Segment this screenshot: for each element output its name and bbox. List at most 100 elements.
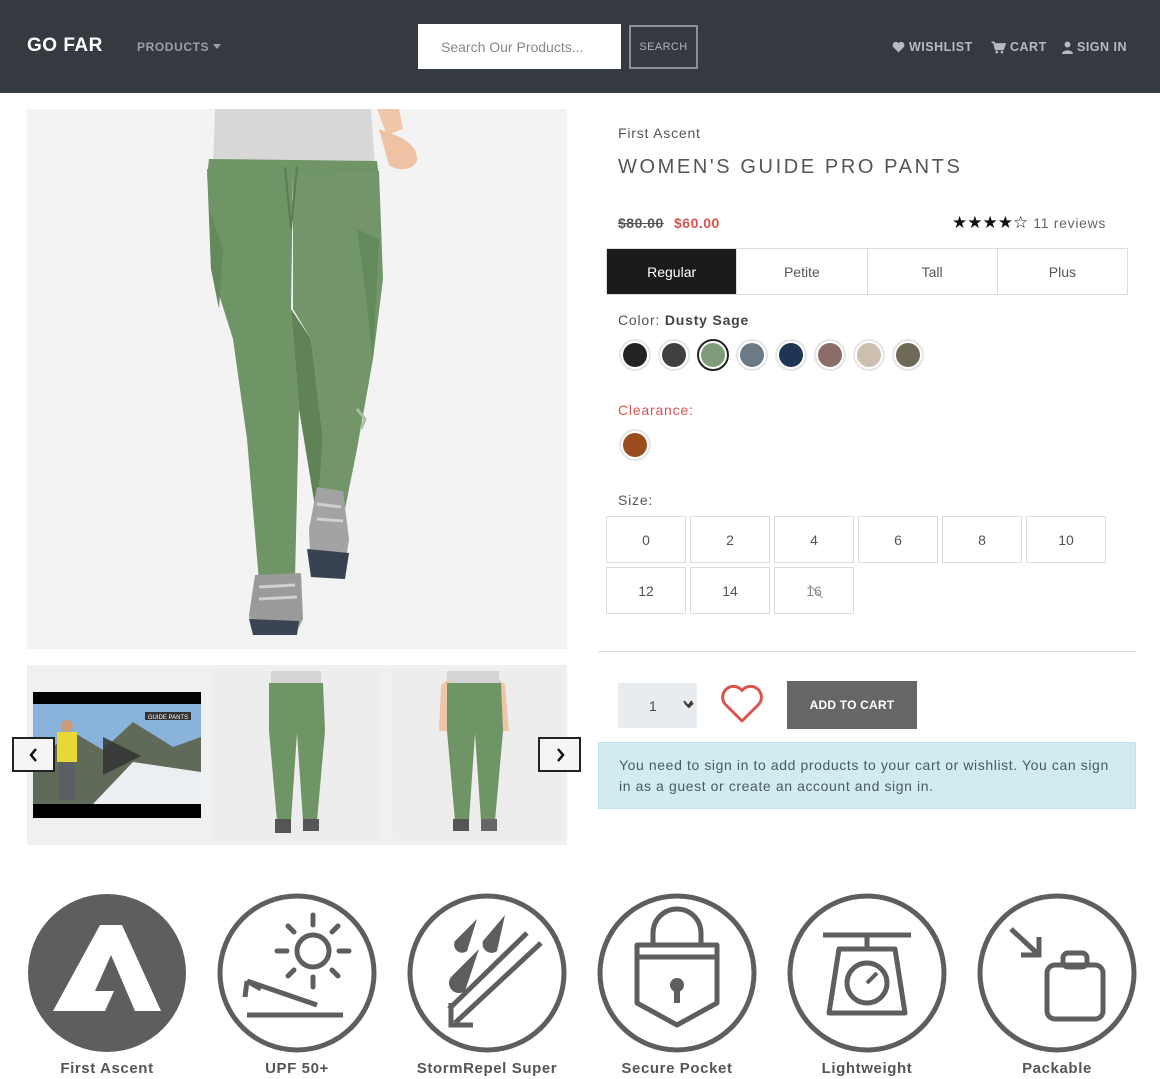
- video-thumbnail[interactable]: GUIDE PANTS: [33, 692, 201, 818]
- wishlist-link[interactable]: WISHLIST: [892, 40, 973, 54]
- color-swatch[interactable]: [658, 339, 690, 371]
- search-button[interactable]: SEARCH: [629, 25, 698, 69]
- feature-secure-pocket: Secure Pocket: [597, 893, 757, 1079]
- feature-label: Secure Pocket: [621, 1060, 733, 1077]
- size-value: 0: [642, 531, 650, 548]
- chevron-right-icon: [556, 747, 565, 762]
- carousel-prev-button[interactable]: [12, 737, 55, 772]
- feature-label: UPF 50+: [265, 1060, 329, 1077]
- size-option[interactable]: 10: [1026, 516, 1106, 563]
- size-value: 2: [726, 531, 734, 548]
- star-full-icon: ★: [967, 213, 983, 232]
- top-navbar: GO FAR PRODUCTS SEARCH WISHLIST CART SIG…: [0, 0, 1160, 93]
- size-value: 4: [810, 531, 818, 548]
- add-to-cart-button[interactable]: ADD TO CART: [787, 681, 917, 729]
- swatch-fill: [896, 343, 920, 367]
- size-option[interactable]: 8: [942, 516, 1022, 563]
- feature-label: Lightweight: [821, 1060, 913, 1077]
- fit-selector: Regular Petite Tall Plus: [606, 248, 1128, 295]
- video-caption: GUIDE PANTS: [148, 715, 188, 721]
- sale-price: $60.00: [674, 215, 720, 231]
- cart-icon: [991, 40, 1006, 53]
- original-price: $80.00: [618, 215, 664, 231]
- section-divider: [598, 651, 1136, 652]
- clearance-color-swatch[interactable]: [619, 429, 651, 461]
- feature-label: First Ascent: [60, 1060, 154, 1077]
- swatch-fill: [623, 343, 647, 367]
- thumbnail-carousel: GUIDE PANTS: [27, 665, 567, 845]
- sign-in-notice: You need to sign in to add products to y…: [598, 742, 1136, 809]
- size-option[interactable]: 14: [690, 567, 770, 614]
- sign-in-link[interactable]: SIGN IN: [1062, 40, 1127, 54]
- wishlist-label: WISHLIST: [909, 40, 973, 54]
- pack-icon: [977, 893, 1137, 1053]
- brand-logo[interactable]: GO FAR: [27, 35, 103, 57]
- selected-color-name: Dusty Sage: [664, 312, 750, 328]
- search-input[interactable]: [418, 24, 621, 69]
- feature-stormrepel: StormRepel Super: [407, 893, 567, 1079]
- color-swatch[interactable]: [775, 339, 807, 371]
- feature-first-ascent: First Ascent: [27, 893, 187, 1079]
- fit-tab-tall[interactable]: Tall: [868, 249, 998, 294]
- feature-upf: UPF 50+: [217, 893, 377, 1079]
- size-option[interactable]: 12: [606, 567, 686, 614]
- heart-icon: [892, 41, 905, 53]
- chevron-down-icon: [683, 700, 693, 708]
- fit-tab-petite[interactable]: Petite: [737, 249, 868, 294]
- feature-lightweight: Lightweight: [787, 893, 947, 1079]
- back-view-thumbnail[interactable]: [393, 671, 561, 839]
- swatch-fill: [857, 343, 881, 367]
- color-label: Color: Dusty Sage: [618, 312, 749, 328]
- size-option-unavailable: 16: [774, 567, 854, 614]
- product-rating[interactable]: ★ ★ ★ ★ ☆ 11 reviews: [952, 214, 1106, 232]
- size-option[interactable]: 4: [774, 516, 854, 563]
- swatch-fill: [623, 433, 647, 457]
- swatch-fill: [779, 343, 803, 367]
- color-swatch[interactable]: [853, 339, 885, 371]
- size-value: 14: [722, 582, 738, 599]
- size-option[interactable]: 2: [690, 516, 770, 563]
- back-view-image: [393, 671, 561, 839]
- swatch-fill: [740, 343, 764, 367]
- front-view-image: [213, 671, 381, 839]
- star-full-icon: ★: [982, 213, 998, 232]
- carousel-next-button[interactable]: [538, 737, 581, 772]
- feature-packable: Packable: [977, 893, 1137, 1079]
- star-empty-icon: ☆: [1013, 213, 1029, 232]
- cart-link[interactable]: CART: [991, 40, 1047, 54]
- size-value: 12: [638, 582, 654, 599]
- product-brand[interactable]: First Ascent: [618, 125, 701, 141]
- swatch-fill: [701, 343, 725, 367]
- size-value: 16: [806, 582, 822, 599]
- front-view-thumbnail[interactable]: [213, 671, 381, 839]
- color-swatch-selected[interactable]: [697, 339, 729, 371]
- color-swatch[interactable]: [736, 339, 768, 371]
- clearance-label: Clearance:: [618, 402, 694, 418]
- color-swatch[interactable]: [814, 339, 846, 371]
- size-value: 8: [978, 531, 986, 548]
- color-swatch[interactable]: [619, 339, 651, 371]
- user-icon: [1062, 41, 1073, 54]
- sun-icon: [217, 893, 377, 1053]
- chevron-left-icon: [28, 747, 37, 762]
- size-option[interactable]: 6: [858, 516, 938, 563]
- size-option[interactable]: 0: [606, 516, 686, 563]
- scale-icon: [787, 893, 947, 1053]
- fit-tab-plus[interactable]: Plus: [998, 249, 1127, 294]
- star-full-icon: ★: [997, 213, 1013, 232]
- cart-label: CART: [1010, 40, 1047, 54]
- wishlist-heart-icon[interactable]: [720, 684, 764, 724]
- size-value: 10: [1058, 531, 1074, 548]
- sign-in-label: SIGN IN: [1077, 40, 1128, 54]
- products-dropdown[interactable]: PRODUCTS: [137, 40, 222, 54]
- swatch-fill: [662, 343, 686, 367]
- main-product-image[interactable]: [27, 109, 567, 649]
- review-count[interactable]: 11 reviews: [1033, 215, 1106, 231]
- color-swatch[interactable]: [892, 339, 924, 371]
- fit-tab-regular[interactable]: Regular: [607, 249, 738, 294]
- first-ascent-logo-icon: [28, 894, 186, 1052]
- size-label: Size:: [618, 492, 654, 508]
- star-full-icon: ★: [952, 213, 968, 232]
- caret-down-icon: [213, 44, 222, 49]
- swatch-fill: [818, 343, 842, 367]
